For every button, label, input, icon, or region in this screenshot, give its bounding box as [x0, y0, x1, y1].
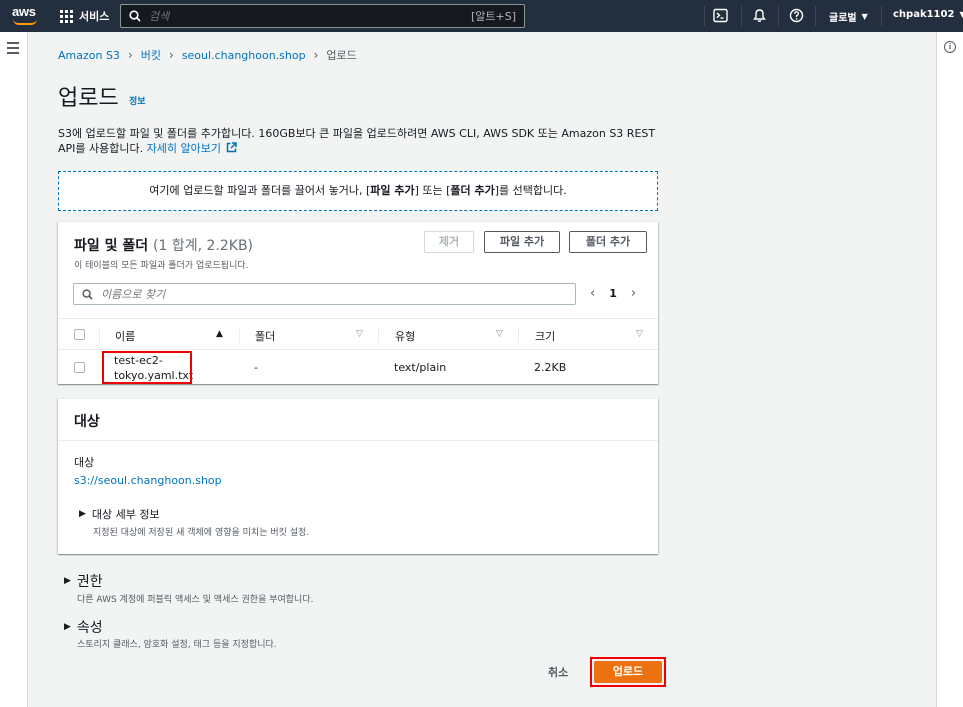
- sort-icon[interactable]: ▽: [636, 329, 643, 339]
- files-panel-subtitle: 이 테이블의 모든 파일과 폴더가 업로드됩니다.: [74, 261, 249, 271]
- page-title: 업로드: [58, 86, 119, 111]
- learn-more-link[interactable]: 자세히 알아보기: [147, 142, 238, 155]
- chevron-left-icon[interactable]: ‹: [590, 286, 595, 301]
- permissions-expander[interactable]: ▶ 권한: [64, 571, 103, 591]
- add-folder-button[interactable]: 폴더 추가: [569, 231, 647, 253]
- remove-button[interactable]: 제거: [424, 231, 474, 253]
- services-menu-button[interactable]: 서비스: [60, 8, 109, 24]
- cloudshell-icon[interactable]: [713, 8, 728, 23]
- destination-panel: 대상 대상 s3://seoul.changhoon.shop ▶ 대상 세부 …: [58, 398, 658, 554]
- global-search-box[interactable]: [알트+S]: [120, 4, 525, 28]
- breadcrumb-amazon-s3[interactable]: Amazon S3: [58, 49, 120, 62]
- file-type: text/plain: [394, 361, 447, 374]
- drop-zone[interactable]: 여기에 업로드할 파일과 폴더를 끌어서 놓거나, [파일 추가] 또는 [폴더…: [58, 171, 658, 211]
- page-description: S3에 업로드할 파일 및 폴더를 추가합니다. 160GB보다 큰 파일을 업…: [58, 126, 658, 156]
- sort-icon[interactable]: ▽: [356, 329, 363, 339]
- cancel-button[interactable]: 취소: [548, 664, 568, 680]
- global-search-input[interactable]: [149, 9, 471, 23]
- destination-label: 대상: [74, 456, 95, 469]
- breadcrumb-bucket-name[interactable]: seoul.changhoon.shop: [182, 49, 306, 62]
- account-menu[interactable]: chpak1102 ▼: [893, 9, 963, 20]
- permissions-desc: 다른 AWS 계정에 퍼블릭 액세스 및 액세스 권한을 부여합니다.: [77, 595, 314, 605]
- aws-logo-text: aws: [12, 4, 36, 19]
- search-icon: [82, 288, 93, 300]
- sort-icon[interactable]: ▽: [496, 329, 503, 339]
- side-navigation-rail: [0, 32, 28, 707]
- breadcrumb: Amazon S3 › 버킷 › seoul.changhoon.shop › …: [58, 47, 357, 63]
- files-count: (1 합계, 2.2KB): [153, 238, 254, 254]
- chevron-right-icon: ›: [127, 48, 133, 62]
- top-navigation: aws 서비스 [알트+S] 글로벌 ▼ chpak1102 ▼: [0, 0, 963, 32]
- destination-details-expander[interactable]: ▶ 대상 세부 정보: [79, 506, 160, 522]
- chevron-right-icon: ›: [313, 48, 319, 62]
- caret-down-icon: ▼: [959, 10, 963, 19]
- properties-expander[interactable]: ▶ 속성: [64, 617, 103, 637]
- region-selector[interactable]: 글로벌 ▼: [829, 9, 868, 24]
- caret-right-icon: ▶: [64, 622, 71, 632]
- bell-icon[interactable]: [752, 8, 767, 23]
- column-header-name[interactable]: 이름: [115, 328, 135, 344]
- file-size: 2.2KB: [534, 361, 567, 374]
- grid-icon: [60, 9, 73, 23]
- page-number[interactable]: 1: [609, 287, 617, 300]
- destination-uri-link[interactable]: s3://seoul.changhoon.shop: [74, 474, 222, 487]
- destination-details-desc: 지정된 대상에 저장된 새 객체에 영향을 미치는 버킷 설정.: [93, 528, 310, 538]
- aws-logo[interactable]: aws: [12, 4, 38, 28]
- sort-ascending-icon[interactable]: ▲: [216, 329, 223, 339]
- row-checkbox[interactable]: [74, 362, 85, 373]
- table-header: 이름 ▲ 폴더 ▽ 유형 ▽ 크기 ▽: [58, 318, 658, 350]
- pagination: ‹ 1 ›: [590, 286, 636, 301]
- search-shortcut-hint: [알트+S]: [470, 10, 516, 23]
- services-label: 서비스: [79, 10, 110, 23]
- table-row[interactable]: test-ec2- tokyo.yaml.txt - text/plain 2.…: [58, 350, 658, 384]
- external-link-icon: [227, 142, 238, 153]
- help-panel-rail: i: [936, 32, 963, 707]
- caret-right-icon: ▶: [79, 509, 86, 519]
- help-icon[interactable]: [789, 8, 804, 23]
- caret-down-icon: ▼: [861, 12, 868, 21]
- add-files-button[interactable]: 파일 추가: [484, 231, 560, 253]
- column-header-folder[interactable]: 폴더: [255, 328, 275, 344]
- properties-desc: 스토리지 클래스, 암호화 설정, 태그 등을 지정합니다.: [77, 640, 277, 650]
- search-icon: [129, 10, 141, 22]
- caret-right-icon: ▶: [64, 576, 71, 586]
- chevron-right-icon[interactable]: ›: [631, 286, 636, 301]
- breadcrumb-current: 업로드: [326, 49, 357, 62]
- breadcrumb-buckets[interactable]: 버킷: [141, 47, 161, 63]
- chevron-right-icon: ›: [169, 48, 174, 62]
- destination-title: 대상: [74, 414, 100, 430]
- upload-button[interactable]: 업로드: [594, 661, 662, 683]
- select-all-checkbox[interactable]: [74, 329, 85, 340]
- files-panel-title: 파일 및 폴더 (1 합계, 2.2KB): [74, 238, 254, 254]
- region-label: 글로벌: [829, 13, 857, 24]
- column-header-type[interactable]: 유형: [395, 328, 415, 344]
- file-name-highlight-box: [102, 351, 192, 384]
- files-and-folders-panel: 파일 및 폴더 (1 합계, 2.2KB) 이 테이블의 모든 파일과 폴더가 …: [58, 221, 658, 384]
- files-search-box[interactable]: [73, 283, 576, 305]
- info-link[interactable]: 정보: [129, 94, 146, 107]
- info-icon[interactable]: i: [944, 41, 956, 53]
- column-header-size[interactable]: 크기: [535, 328, 555, 344]
- file-folder: -: [254, 361, 258, 374]
- hamburger-menu-icon[interactable]: [7, 42, 19, 57]
- files-search-input[interactable]: [101, 287, 575, 301]
- account-label: chpak1102: [893, 9, 955, 20]
